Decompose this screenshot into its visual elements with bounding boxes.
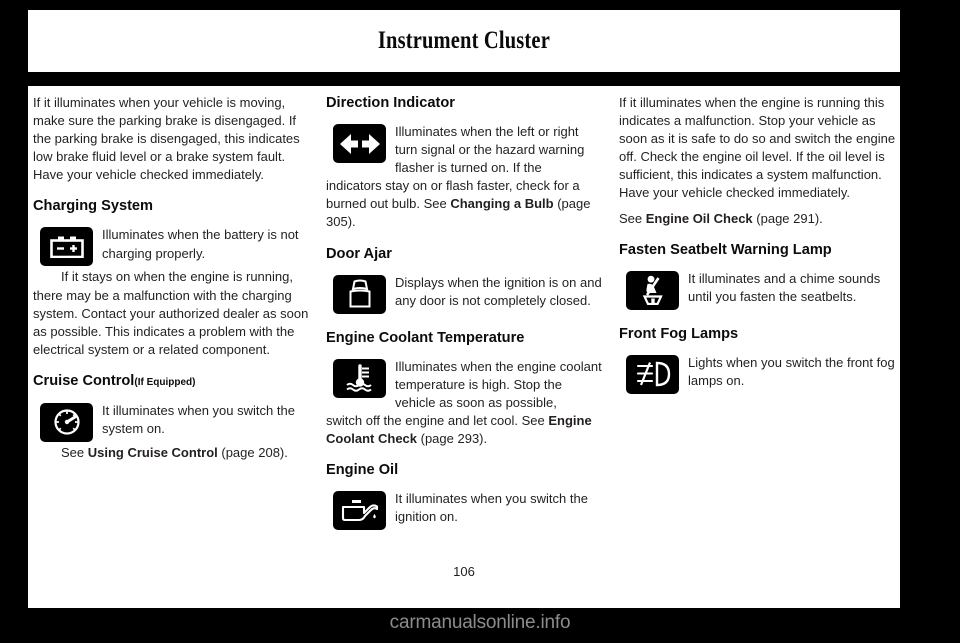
- engine-oil-warning-paragraph: If it illuminates when the engine is run…: [619, 95, 896, 201]
- cruise-control-heading-qualifier: (If Equipped): [134, 376, 196, 388]
- front-fog-lamps-symbol-block: Lights when you switch the front fog lam…: [619, 354, 896, 396]
- charging-system-detail-paragraph: If it stays on when the engine is runnin…: [33, 269, 309, 357]
- engine-coolant-temperature-heading-label: Engine Coolant Temperature: [326, 329, 525, 346]
- car-door-open-icon: [333, 274, 386, 314]
- fasten-seatbelt-warning-lamp-heading: Fasten Seatbelt Warning Lamp: [619, 241, 896, 260]
- see-label: See: [619, 210, 646, 226]
- page-title: Instrument Cluster: [377, 27, 551, 54]
- fasten-seatbelt-symbol-block: It illuminates and a chime sounds until …: [619, 270, 896, 312]
- see-label: See: [61, 444, 88, 460]
- fog-lamp-icon: [626, 354, 679, 394]
- coolant-thermometer-icon: [333, 358, 386, 398]
- cruise-control-heading: Cruise Control(If Equipped): [33, 372, 310, 392]
- direction-indicator-heading: Direction Indicator: [326, 94, 603, 113]
- cruise-control-reference-paragraph: See Using Cruise Control (page 208).: [33, 444, 310, 462]
- charging-system-heading-label: Charging System: [33, 198, 154, 215]
- manual-page: Instrument Cluster If it illuminates whe…: [0, 0, 960, 643]
- speedometer-icon: [40, 402, 93, 442]
- fasten-seatbelt-warning-lamp-heading-label: Fasten Seatbelt Warning Lamp: [619, 241, 832, 258]
- engine-oil-reference-paragraph: See Engine Oil Check (page 291).: [619, 210, 896, 228]
- engine-oil-heading: Engine Oil: [326, 461, 603, 480]
- direction-indicator-symbol-block: Illuminates when the left or right turn …: [326, 123, 603, 177]
- charging-system-symbol-block: Illuminates when the battery is not char…: [33, 226, 310, 268]
- page-reference: (page 208).: [217, 444, 288, 460]
- engine-coolant-temperature-heading: Engine Coolant Temperature: [326, 329, 603, 348]
- page-number: 106: [453, 564, 475, 579]
- page-header-band: Instrument Cluster: [28, 10, 900, 72]
- double-arrow-icon: [333, 124, 386, 163]
- column-right: If it illuminates when the engine is run…: [619, 94, 896, 396]
- cruise-control-symbol-block: It illuminates when you switch the syste…: [33, 402, 310, 444]
- direction-indicator-heading-label: Direction Indicator: [326, 95, 455, 111]
- engine-coolant-detail-paragraph: switch off the engine and let cool. See …: [326, 412, 603, 448]
- battery-icon: [40, 227, 93, 267]
- three-column-layout: If it illuminates when your vehicle is m…: [28, 86, 900, 556]
- engine-oil-symbol-block: It illuminates when you switch the ignit…: [326, 490, 603, 532]
- door-ajar-symbol-block: Displays when the ignition is on and any…: [326, 274, 603, 316]
- front-fog-lamps-heading: Front Fog Lamps: [619, 325, 896, 344]
- direction-indicator-detail-paragraph: indicators stay on or flash faster, chec…: [326, 177, 603, 231]
- engine-coolant-detail-prefix: switch off the engine and let cool. See: [326, 412, 549, 428]
- column-left: If it illuminates when your vehicle is m…: [33, 94, 310, 462]
- column-middle: Direction Indicator Illuminates when the…: [326, 94, 603, 532]
- page-reference: (page 293).: [417, 430, 488, 446]
- charging-system-heading: Charging System: [33, 197, 310, 216]
- engine-oil-heading-label: Engine Oil: [326, 462, 399, 479]
- engine-oil-check-link[interactable]: Engine Oil Check: [646, 211, 753, 226]
- page-reference: (page 291).: [752, 210, 823, 226]
- cruise-control-heading-label: Cruise Control: [33, 372, 135, 389]
- changing-a-bulb-link[interactable]: Changing a Bulb: [450, 196, 553, 211]
- site-watermark: carmanualsonline.info: [389, 612, 571, 633]
- front-fog-lamps-heading-label: Front Fog Lamps: [619, 325, 739, 342]
- page-content-sheet: If it illuminates when your vehicle is m…: [28, 86, 900, 608]
- engine-coolant-temperature-symbol-block: Illuminates when the engine coolant temp…: [326, 358, 603, 412]
- using-cruise-control-link[interactable]: Using Cruise Control: [88, 445, 218, 460]
- door-ajar-heading: Door Ajar: [326, 245, 603, 264]
- door-ajar-heading-label: Door Ajar: [326, 245, 392, 262]
- brake-warning-paragraph: If it illuminates when your vehicle is m…: [33, 95, 300, 183]
- oil-can-icon: [333, 491, 386, 531]
- seatbelt-icon: [626, 270, 679, 310]
